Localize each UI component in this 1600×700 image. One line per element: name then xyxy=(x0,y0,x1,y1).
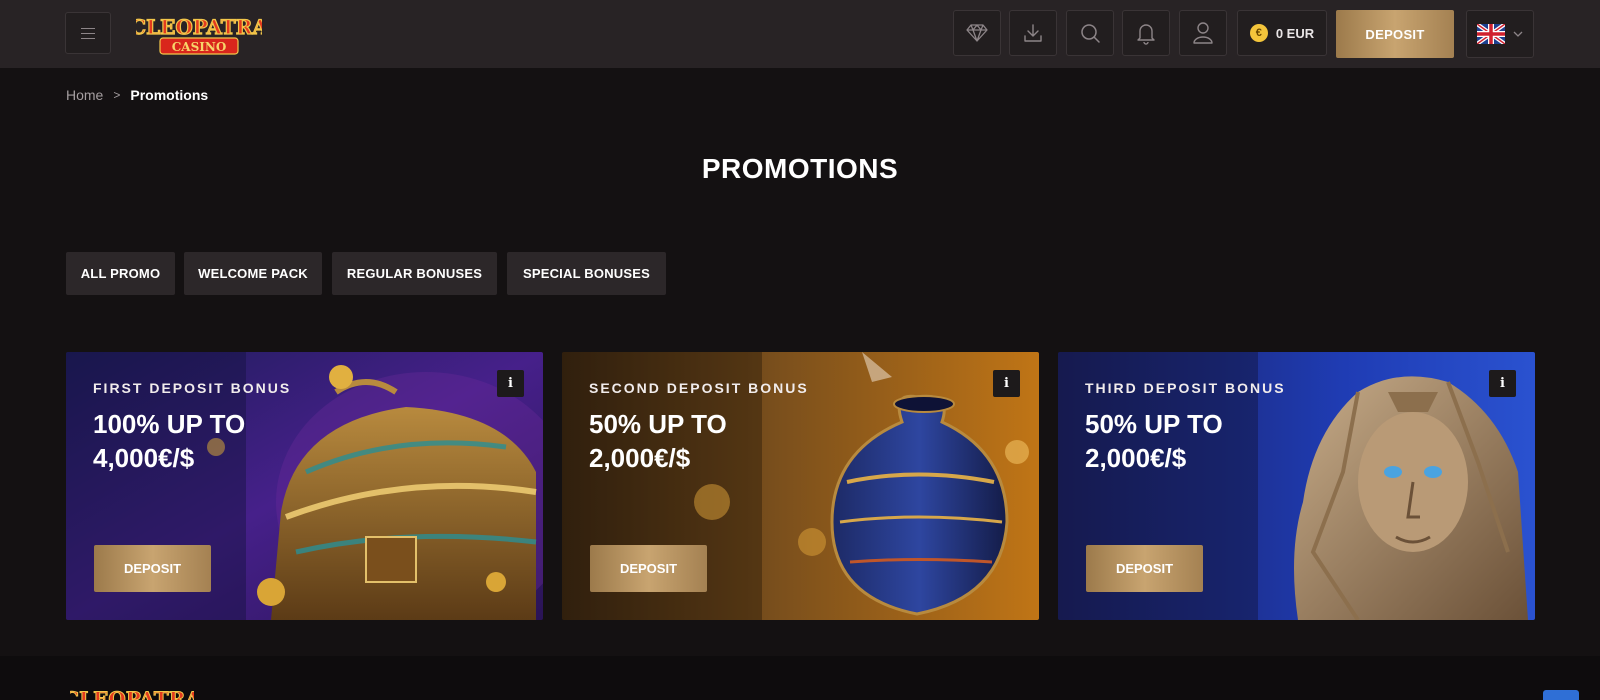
user-icon xyxy=(1193,22,1213,44)
tab-special-bonuses[interactable]: SPECIAL BONUSES xyxy=(507,252,666,295)
card-headline: 100% UP TO 4,000€/$ xyxy=(93,409,246,473)
search-icon xyxy=(1081,24,1100,43)
page-title: PROMOTIONS xyxy=(701,153,899,184)
promo-card-first-deposit[interactable]: FIRST DEPOSIT BONUS 100% UP TO 4,000€/$ … xyxy=(66,352,543,620)
live-chat-button[interactable] xyxy=(1543,690,1579,700)
info-icon[interactable]: i xyxy=(993,370,1020,397)
card-eyebrow: THIRD DEPOSIT BONUS xyxy=(1085,380,1286,396)
card-headline: 50% UP TO 2,000€/$ xyxy=(1085,409,1223,473)
breadcrumb: Home > Promotions xyxy=(66,87,208,103)
menu-button[interactable] xyxy=(65,12,111,54)
breadcrumb-current: Promotions xyxy=(130,87,209,103)
svg-text:CLEOPATRA: CLEOPATRA xyxy=(136,15,262,39)
chevron-down-icon xyxy=(1513,31,1523,37)
account-button[interactable] xyxy=(1179,10,1227,56)
top-header: CLEOPATRA CASINO € 0 EUR DEPOSIT xyxy=(0,0,1600,68)
info-icon[interactable]: i xyxy=(497,370,524,397)
cleopatra-casino-logo[interactable]: CLEOPATRA CASINO xyxy=(136,10,262,58)
vip-button[interactable] xyxy=(953,10,1001,56)
download-icon xyxy=(1024,24,1042,42)
tab-all-promo[interactable]: ALL PROMO xyxy=(66,252,175,295)
euro-coin-icon: € xyxy=(1249,24,1268,42)
notifications-button[interactable] xyxy=(1122,10,1170,56)
uk-flag-icon xyxy=(1477,24,1505,44)
menu-icon xyxy=(81,27,95,39)
language-selector[interactable] xyxy=(1466,10,1534,58)
info-icon[interactable]: i xyxy=(1489,370,1516,397)
footer-logo[interactable]: CLEOPATRA xyxy=(70,684,194,700)
diamond-icon xyxy=(966,24,988,42)
card-deposit-button[interactable]: DEPOSIT xyxy=(1086,545,1203,592)
breadcrumb-separator: > xyxy=(113,88,121,102)
download-button[interactable] xyxy=(1009,10,1057,56)
promo-card-third-deposit[interactable]: THIRD DEPOSIT BONUS 50% UP TO 2,000€/$ i… xyxy=(1058,352,1535,620)
promo-card-second-deposit[interactable]: SECOND DEPOSIT BONUS 50% UP TO 2,000€/$ … xyxy=(562,352,1039,620)
header-deposit-button[interactable]: DEPOSIT xyxy=(1336,10,1454,58)
search-button[interactable] xyxy=(1066,10,1114,56)
tab-regular-bonuses[interactable]: REGULAR BONUSES xyxy=(332,252,497,295)
card-deposit-button[interactable]: DEPOSIT xyxy=(94,545,211,592)
card-headline: 50% UP TO 2,000€/$ xyxy=(589,409,727,473)
bell-icon xyxy=(1137,24,1155,45)
svg-text:CASINO: CASINO xyxy=(172,40,227,54)
breadcrumb-home-link[interactable]: Home xyxy=(66,87,103,103)
svg-text:CLEOPATRA: CLEOPATRA xyxy=(70,687,194,700)
footer: CLEOPATRA xyxy=(0,656,1600,700)
card-eyebrow: FIRST DEPOSIT BONUS xyxy=(93,380,292,396)
card-eyebrow: SECOND DEPOSIT BONUS xyxy=(589,380,809,396)
balance-display[interactable]: € 0 EUR xyxy=(1237,10,1327,56)
balance-amount: 0 EUR xyxy=(1275,25,1315,41)
tab-welcome-pack[interactable]: WELCOME PACK xyxy=(184,252,322,295)
card-deposit-button[interactable]: DEPOSIT xyxy=(590,545,707,592)
